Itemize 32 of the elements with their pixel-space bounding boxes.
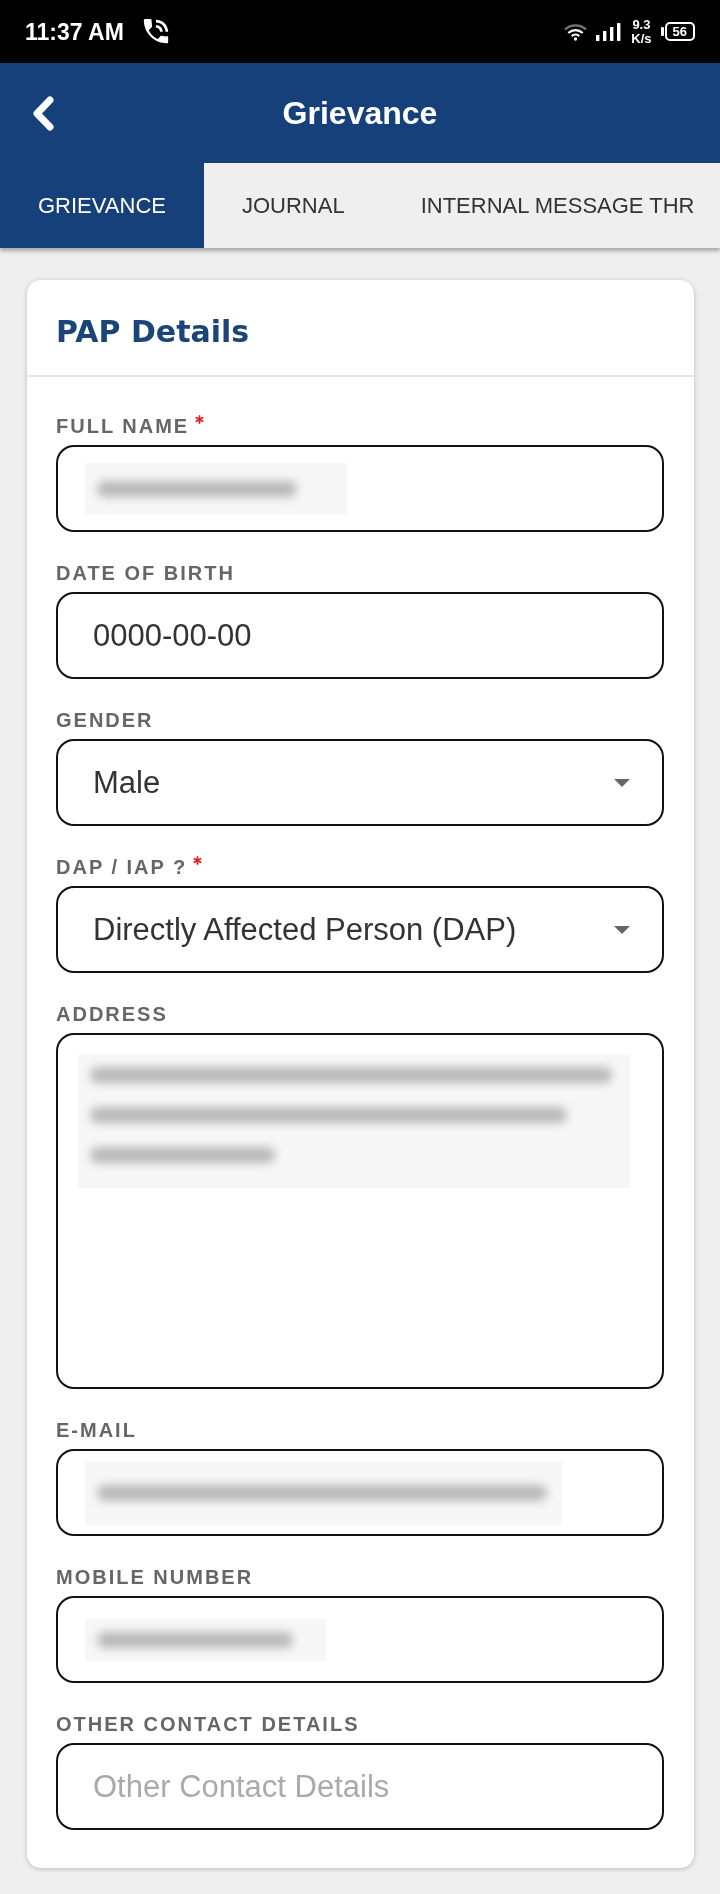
dropdown-caret-icon xyxy=(614,778,630,787)
text-field[interactable]: 0000-00-00 xyxy=(56,592,664,679)
field-label: DATE OF BIRTH xyxy=(56,561,235,585)
battery-indicator: 56 xyxy=(664,22,695,41)
tab[interactable]: INTERNAL MESSAGE THR xyxy=(382,163,695,248)
network-speed-unit: K/s xyxy=(631,31,652,46)
phone-call-icon xyxy=(142,19,169,44)
dropdown-field[interactable]: Directly Affected Person (DAP) xyxy=(56,886,664,973)
back-button[interactable] xyxy=(31,94,56,132)
back-chevron-icon xyxy=(31,94,56,132)
field-label: DAP / IAP ? xyxy=(56,855,188,879)
screen-title: Grievance xyxy=(282,94,438,132)
network-speed-value: 9.3 xyxy=(632,17,651,32)
battery-tip-icon xyxy=(660,27,664,36)
text-area-field[interactable] xyxy=(56,1033,664,1389)
signal-icon xyxy=(596,22,622,41)
dropdown-caret-icon xyxy=(614,925,630,934)
text-field[interactable] xyxy=(56,1596,664,1683)
section-title: PAP Details xyxy=(56,314,250,349)
tab[interactable]: JOURNAL xyxy=(203,163,383,248)
field-label: E-MAIL xyxy=(56,1418,137,1442)
status-time: 11:37 AM xyxy=(25,18,124,45)
field-label: MOBILE NUMBER xyxy=(56,1565,254,1589)
field-label: OTHER CONTACT DETAILS xyxy=(56,1712,360,1736)
dropdown-field[interactable]: Male xyxy=(56,739,664,826)
tab[interactable]: GRIEVANCE xyxy=(0,163,204,248)
text-field[interactable] xyxy=(56,1449,664,1536)
text-field[interactable] xyxy=(56,445,664,532)
field-label: GENDER xyxy=(56,708,154,732)
field-label: FULL NAME xyxy=(56,414,190,438)
field-label: ADDRESS xyxy=(56,1002,168,1026)
wifi-icon xyxy=(564,22,588,41)
